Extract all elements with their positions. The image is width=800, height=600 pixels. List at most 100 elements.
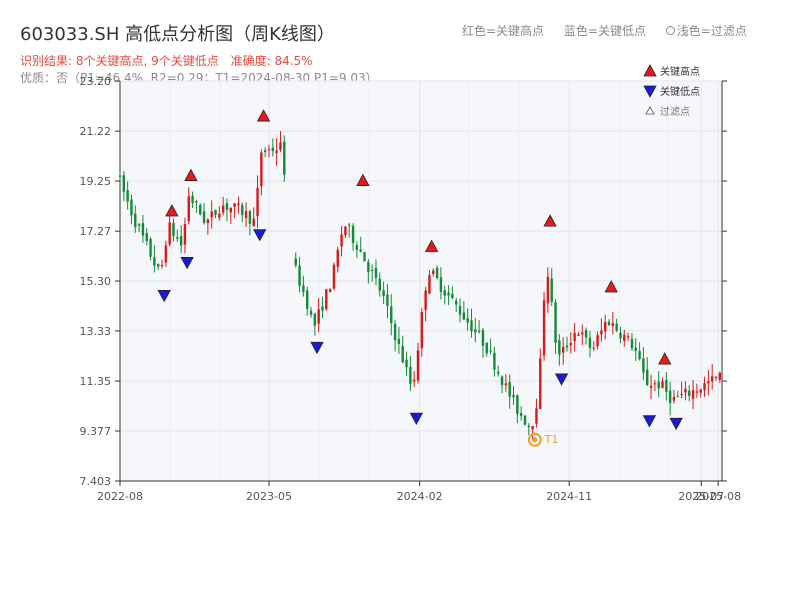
candle-down	[397, 338, 401, 344]
candle-up	[604, 322, 607, 332]
candle-down	[405, 359, 408, 368]
candle-down	[393, 323, 397, 341]
y-tick-label: 21.22	[80, 125, 112, 138]
candle-down	[172, 222, 175, 237]
candle-down	[527, 425, 530, 427]
candle-down	[638, 350, 641, 360]
candle-up	[252, 218, 255, 227]
candle-up	[168, 222, 171, 245]
legend-low-label: 关键低点	[660, 85, 700, 98]
candle-up	[649, 385, 653, 388]
y-tick-label: 13.33	[80, 325, 112, 338]
candle-up	[420, 312, 424, 348]
candle-down	[523, 415, 527, 425]
candle-up	[561, 346, 565, 353]
candle-up	[256, 187, 259, 217]
candle-up	[653, 383, 657, 385]
candle-up	[317, 309, 320, 324]
candle-down	[313, 313, 317, 326]
candle-down	[668, 390, 672, 403]
candle-up	[703, 383, 706, 390]
candle-up	[244, 211, 248, 218]
candle-down	[588, 337, 592, 348]
candle-down	[195, 201, 198, 203]
candle-down	[370, 269, 374, 271]
x-tick-label: 2025-08	[695, 490, 741, 503]
t1-label: T1	[544, 433, 559, 446]
candle-down	[321, 306, 324, 311]
candle-down	[248, 211, 252, 224]
candle-down	[145, 232, 148, 242]
candle-up	[160, 265, 164, 267]
candle-down	[489, 350, 492, 352]
candle-up	[164, 245, 168, 263]
candle-up	[221, 205, 225, 213]
candle-down	[283, 141, 286, 175]
candle-up	[672, 397, 676, 401]
candle-up	[210, 211, 213, 218]
candle-down	[462, 312, 466, 320]
candle-down	[516, 395, 519, 414]
candle-down	[263, 150, 267, 152]
candle-down	[141, 223, 145, 236]
candle-down	[137, 224, 141, 226]
candle-up	[267, 149, 271, 151]
candle-down	[118, 175, 122, 177]
candle-up	[592, 347, 595, 349]
candle-down	[294, 258, 297, 266]
candle-down	[199, 205, 202, 215]
candle-down	[466, 318, 469, 323]
candle-up	[611, 323, 615, 327]
candle-down	[367, 261, 370, 272]
candle-up	[229, 207, 232, 213]
candle-down	[214, 209, 217, 215]
x-tick-label: 2024-11	[546, 490, 592, 503]
candle-up	[275, 150, 278, 154]
candle-down	[646, 369, 649, 386]
candle-down	[202, 211, 206, 223]
candle-down	[470, 320, 473, 332]
candle-down	[451, 293, 454, 298]
candle-up	[412, 379, 416, 382]
candle-up	[600, 330, 603, 335]
y-tick-label: 7.403	[80, 475, 112, 488]
candle-down	[179, 236, 183, 246]
candle-down	[176, 237, 179, 239]
candle-down	[615, 323, 618, 331]
candle-down	[378, 278, 381, 291]
candle-up	[233, 203, 236, 207]
candle-up	[187, 196, 190, 222]
candle-down	[477, 330, 481, 332]
candle-up	[237, 203, 240, 206]
candle-down	[302, 285, 305, 293]
candle-up	[596, 335, 599, 347]
candle-down	[500, 376, 504, 386]
candle-down	[351, 225, 355, 243]
candle-down	[374, 267, 378, 278]
candle-up	[328, 289, 332, 293]
candle-up	[623, 334, 626, 341]
candle-up	[344, 226, 347, 236]
x-tick-label: 2024-02	[397, 490, 443, 503]
candle-down	[157, 264, 160, 267]
candle-up	[661, 381, 664, 388]
candle-down	[401, 345, 404, 363]
candle-down	[497, 371, 500, 374]
candle-down	[565, 345, 569, 348]
candle-up	[539, 358, 542, 409]
candle-up	[626, 336, 630, 338]
candle-up	[535, 408, 538, 424]
candle-up	[718, 372, 722, 380]
candle-down	[447, 292, 450, 296]
candle-up	[260, 152, 263, 187]
candle-down	[630, 338, 634, 349]
t1-marker-dot	[532, 437, 538, 443]
candle-down	[493, 352, 496, 370]
candle-down	[607, 321, 611, 326]
candle-up	[340, 234, 343, 247]
candle-up	[218, 213, 221, 218]
candle-down	[642, 358, 645, 373]
candle-down	[298, 265, 301, 286]
candle-down	[665, 379, 668, 392]
candle-down	[688, 390, 691, 396]
